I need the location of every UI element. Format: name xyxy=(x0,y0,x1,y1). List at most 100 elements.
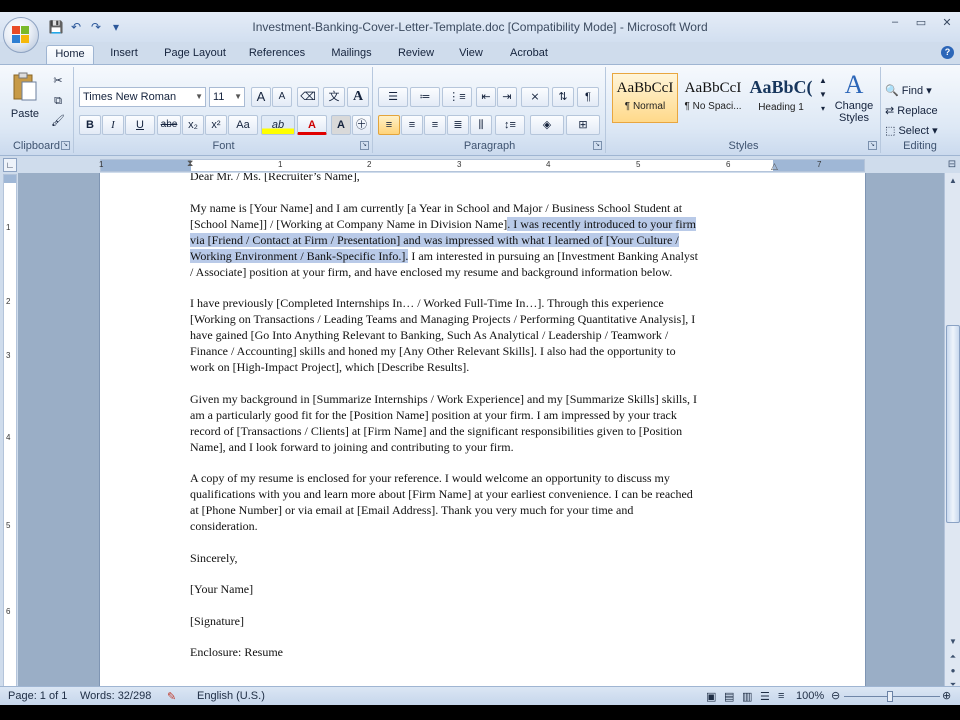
tab-insert[interactable]: Insert xyxy=(102,45,146,64)
document-body[interactable]: Dear Mr. / Ms. [Recruiter’s Name], My na… xyxy=(190,173,780,660)
scroll-down-icon[interactable]: ▼ xyxy=(947,636,959,648)
decrease-indent-icon[interactable]: ⇤ xyxy=(476,87,496,107)
numbering-icon[interactable]: ≔ xyxy=(410,87,440,107)
zoom-slider-thumb[interactable] xyxy=(887,691,893,702)
align-left-icon[interactable]: ≡ xyxy=(378,115,400,135)
style-heading-1[interactable]: AaBbC( Heading 1 xyxy=(748,73,814,123)
shading-icon[interactable]: ◈ xyxy=(530,115,564,135)
italic-button[interactable]: I xyxy=(102,115,124,135)
show-formatting-button[interactable]: ¶ xyxy=(577,87,599,107)
sort-icon[interactable]: ⇅ xyxy=(552,87,574,107)
increase-indent-icon[interactable]: ⇥ xyxy=(497,87,517,107)
clear-formatting-icon[interactable]: ⌫ xyxy=(297,87,319,107)
tab-references[interactable]: References xyxy=(244,45,310,64)
align-right-icon[interactable]: ≡ xyxy=(424,115,446,135)
proofing-icon[interactable]: ✎ xyxy=(167,690,176,703)
subscript-button[interactable]: x₂ xyxy=(182,115,204,135)
scroll-thumb[interactable] xyxy=(946,325,960,523)
select-button[interactable]: ⬚ Select ▾ xyxy=(884,121,956,141)
previous-page-icon[interactable]: ⏶ xyxy=(947,651,959,663)
salutation[interactable]: Dear Mr. / Ms. [Recruiter’s Name], xyxy=(190,173,780,184)
distributed-icon[interactable]: ⫼ xyxy=(470,115,492,135)
help-icon[interactable]: ? xyxy=(941,46,954,59)
change-case-button[interactable]: Aa xyxy=(228,115,258,135)
paragraph-1[interactable]: My name is [Your Name] and I am currentl… xyxy=(190,200,780,280)
full-screen-reading-icon[interactable]: ▤ xyxy=(724,690,734,703)
clipboard-launcher-icon[interactable]: ↘ xyxy=(61,141,70,150)
tab-selector-icon[interactable]: ∟ xyxy=(3,158,17,172)
font-size-combo[interactable]: 11 ▼ xyxy=(209,87,245,107)
vertical-scrollbar[interactable]: ▲ ▼ ⏶ ● ⏷ xyxy=(944,173,960,698)
shrink-font-button[interactable]: A xyxy=(272,87,292,107)
signature[interactable]: [Signature] xyxy=(190,613,780,629)
tab-acrobat[interactable]: Acrobat xyxy=(503,45,555,64)
print-layout-icon[interactable]: ▣ xyxy=(706,690,716,703)
indent-marker-icon[interactable]: ⧗ xyxy=(187,158,193,169)
format-painter-icon[interactable]: 🖌 xyxy=(48,111,68,129)
vertical-ruler[interactable]: 1 2 3 4 5 6 7 xyxy=(3,174,17,698)
zoom-in-icon[interactable]: ⊕ xyxy=(942,689,951,702)
style-no-spacing[interactable]: AaBbCcI ¶ No Spaci... xyxy=(680,73,746,123)
font-launcher-icon[interactable]: ↘ xyxy=(360,141,369,150)
superscript-button[interactable]: x² xyxy=(205,115,227,135)
office-button[interactable] xyxy=(3,17,39,53)
replace-button[interactable]: ⇄ Replace xyxy=(884,101,956,121)
close-icon[interactable]: ✕ xyxy=(940,16,954,29)
copy-icon[interactable]: ⧉ xyxy=(48,91,68,109)
borders-icon[interactable]: ⊞ xyxy=(566,115,600,135)
align-center-icon[interactable]: ≡ xyxy=(401,115,423,135)
justify-icon[interactable]: ≣ xyxy=(447,115,469,135)
zoom-level[interactable]: 100% xyxy=(796,690,824,702)
page-count[interactable]: Page: 1 of 1 xyxy=(8,690,67,702)
tab-view[interactable]: View xyxy=(452,45,490,64)
styles-launcher-icon[interactable]: ↘ xyxy=(868,141,877,150)
styles-scroll-icon[interactable]: ▲ ▼ ▾ xyxy=(817,73,829,123)
tab-mailings[interactable]: Mailings xyxy=(324,45,379,64)
tab-home[interactable]: Home xyxy=(46,45,94,64)
bold-button[interactable]: B xyxy=(79,115,101,135)
scroll-up-icon[interactable]: ▲ xyxy=(947,175,959,187)
style-normal[interactable]: AaBbCcI ¶ Normal xyxy=(612,73,678,123)
strikethrough-button[interactable]: abe xyxy=(157,115,181,135)
paragraph-4[interactable]: A copy of my resume is enclosed for your… xyxy=(190,470,780,534)
word-count[interactable]: Words: 32/298 xyxy=(80,690,151,702)
asian-layout-icon[interactable]: ⨯ xyxy=(521,87,549,107)
enclose-characters-icon[interactable]: ㊉ xyxy=(352,115,371,135)
zoom-out-icon[interactable]: ⊖ xyxy=(831,689,840,702)
find-button[interactable]: 🔍 Find ▾ xyxy=(884,81,956,101)
paragraph-launcher-icon[interactable]: ↘ xyxy=(593,141,602,150)
font-color-button[interactable]: A xyxy=(297,115,327,135)
character-border-icon[interactable]: A xyxy=(347,87,369,107)
enclosure[interactable]: Enclosure: Resume xyxy=(190,644,780,660)
character-shading-icon[interactable]: A xyxy=(331,115,351,135)
document-page[interactable]: Dear Mr. / Ms. [Recruiter’s Name], My na… xyxy=(100,173,865,698)
document-area[interactable]: Dear Mr. / Ms. [Recruiter’s Name], My na… xyxy=(18,173,944,698)
paste-button[interactable]: Paste xyxy=(6,71,44,127)
tab-review[interactable]: Review xyxy=(393,45,439,64)
paragraph-2[interactable]: I have previously [Completed Internships… xyxy=(190,295,780,375)
bullets-icon[interactable]: ☰ xyxy=(378,87,408,107)
underline-button[interactable]: U xyxy=(125,115,155,135)
line-spacing-icon[interactable]: ↕≡ xyxy=(495,115,525,135)
highlight-button[interactable]: ab xyxy=(261,115,295,135)
web-layout-icon[interactable]: ▥ xyxy=(742,690,752,703)
font-name-combo[interactable]: Times New Roman ▼ xyxy=(79,87,206,107)
change-styles-button[interactable]: A Change Styles xyxy=(829,69,879,129)
select-browse-object-icon[interactable]: ● xyxy=(947,665,959,677)
cut-icon[interactable]: ✂ xyxy=(48,71,68,89)
view-ruler-icon[interactable]: ⊟ xyxy=(946,159,958,171)
right-indent-marker-icon[interactable]: △ xyxy=(771,161,778,172)
grow-font-button[interactable]: A xyxy=(251,87,271,107)
minimize-icon[interactable]: – xyxy=(888,16,902,29)
horizontal-ruler[interactable]: 1 1 2 3 4 5 6 7 ⧗ △ xyxy=(99,158,865,172)
multilevel-list-icon[interactable]: ⋮≡ xyxy=(442,87,472,107)
tab-page-layout[interactable]: Page Layout xyxy=(160,45,230,64)
restore-icon[interactable]: ▭ xyxy=(914,16,928,29)
outline-icon[interactable]: ☰ xyxy=(760,690,770,703)
language[interactable]: English (U.S.) xyxy=(197,690,265,702)
closing[interactable]: Sincerely, xyxy=(190,550,780,566)
your-name[interactable]: [Your Name] xyxy=(190,581,780,597)
phonetic-guide-icon[interactable]: 文 xyxy=(323,87,345,107)
paragraph-3[interactable]: Given my background in [Summarize Intern… xyxy=(190,391,780,455)
draft-icon[interactable]: ≡ xyxy=(778,690,784,702)
